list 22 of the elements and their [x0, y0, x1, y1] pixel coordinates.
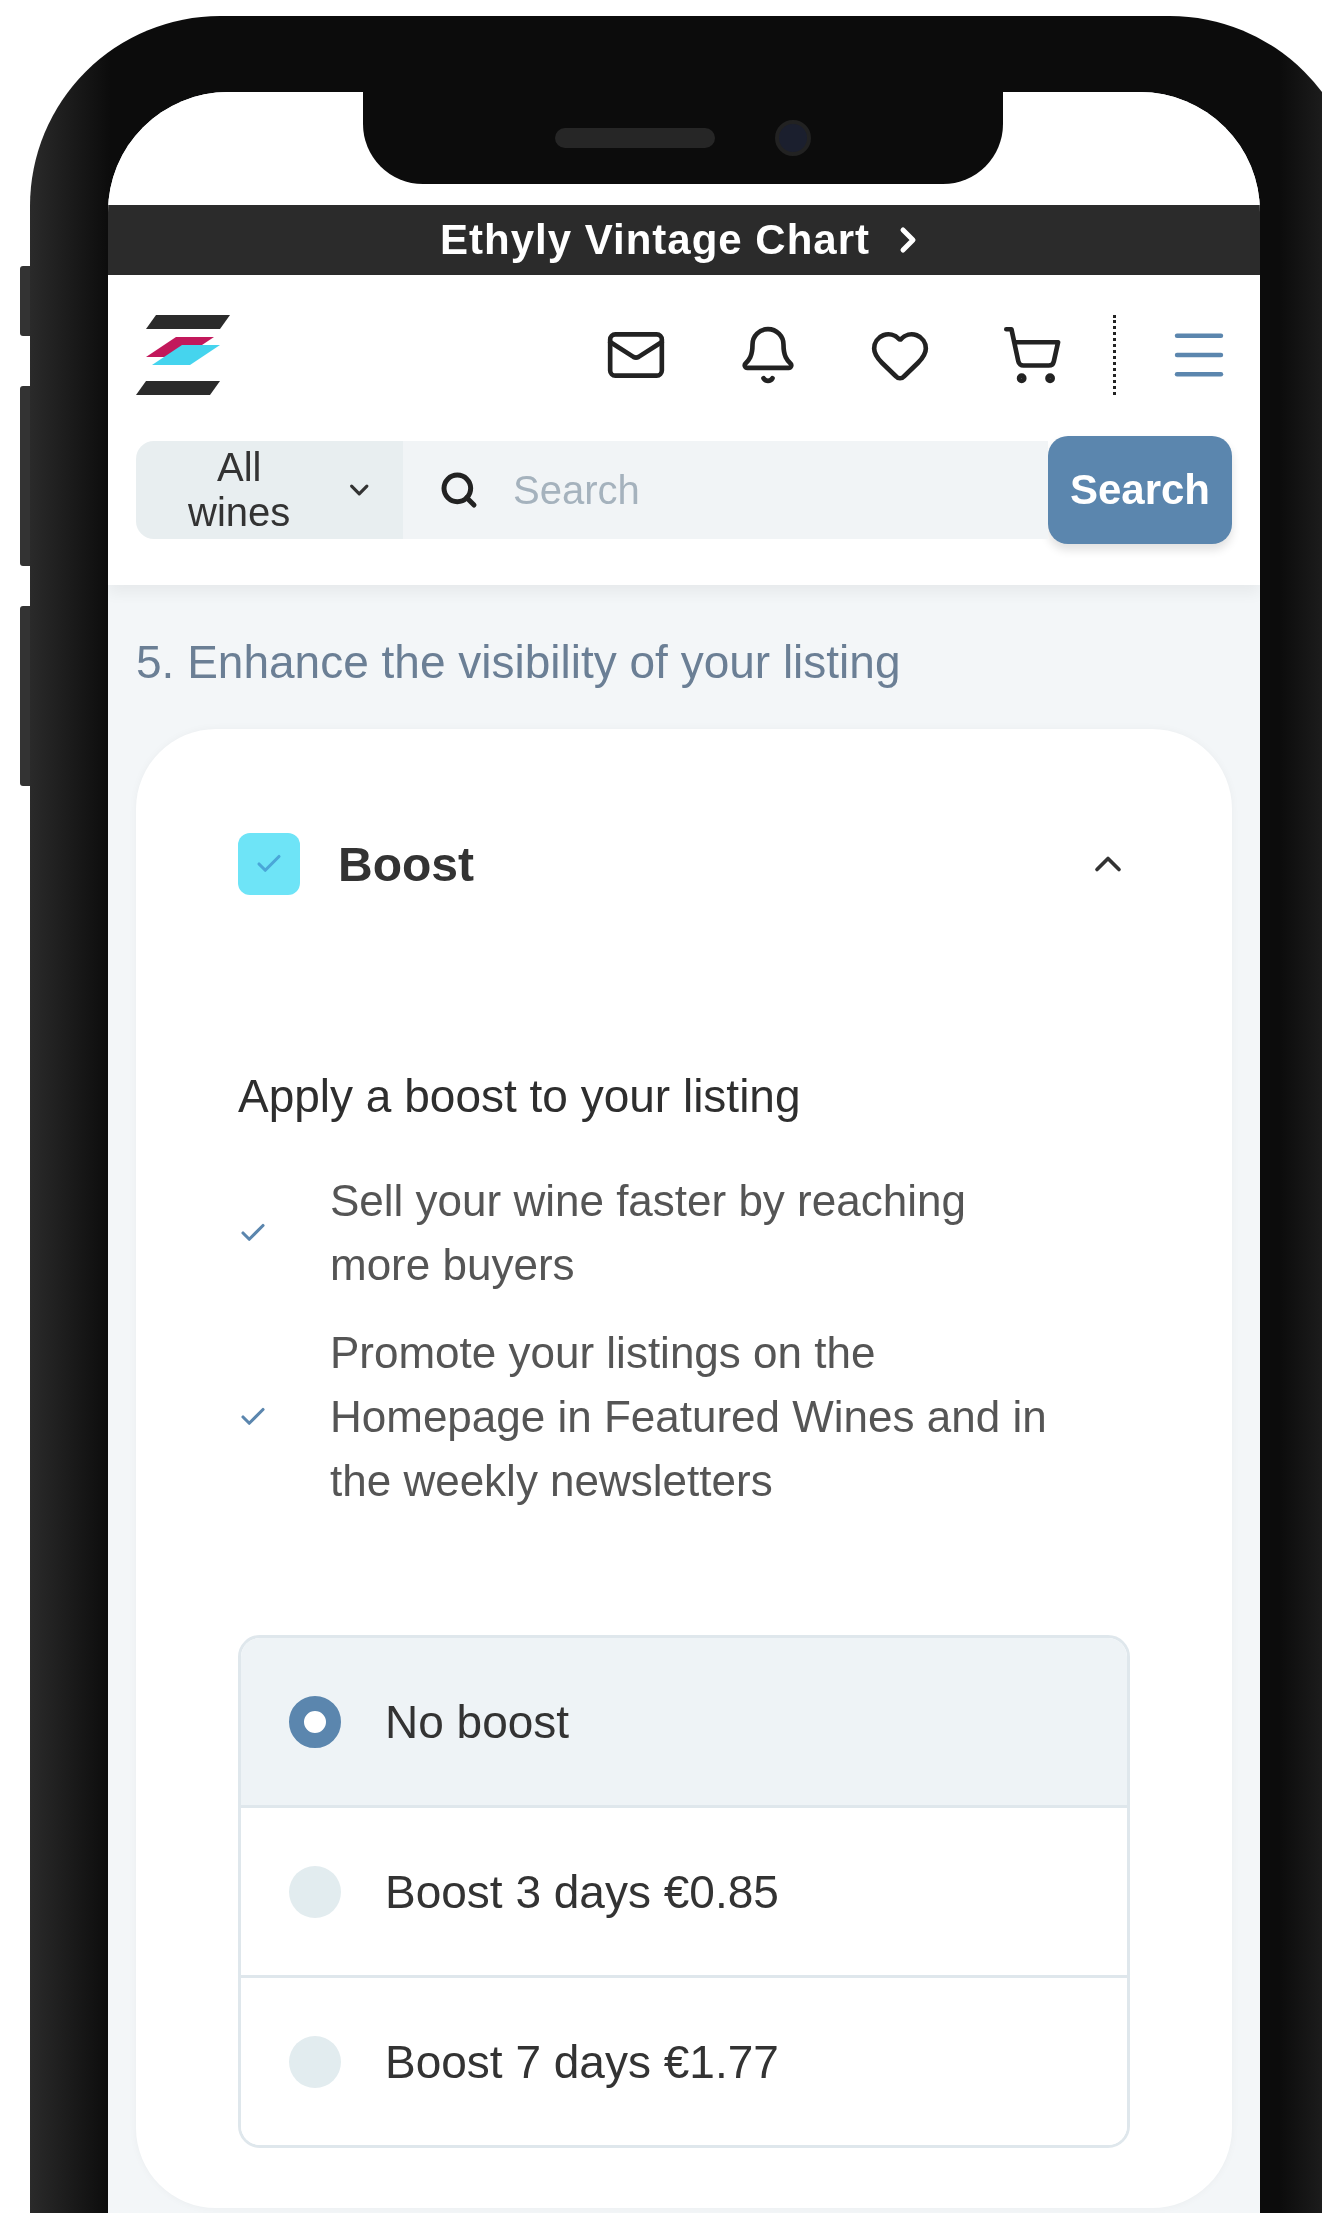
- boost-option[interactable]: No boost: [241, 1638, 1127, 1805]
- radio-button[interactable]: [289, 1865, 341, 1918]
- option-label: Boost 3 days €0.85: [385, 1864, 779, 1919]
- radio-button[interactable]: [289, 1695, 341, 1748]
- radio-button[interactable]: [289, 2035, 341, 2088]
- search-field[interactable]: Search: [402, 441, 1048, 539]
- boost-subtitle: Apply a boost to your listing: [238, 1069, 802, 1123]
- boost-title: Boost: [338, 836, 474, 892]
- section-heading: 5. Enhance the visibility of your listing: [135, 635, 902, 690]
- logo-icon[interactable]: [136, 315, 230, 395]
- boost-option[interactable]: Boost 7 days €1.77: [241, 1975, 1127, 2145]
- search-button[interactable]: Search: [1047, 436, 1232, 544]
- option-label: No boost: [385, 1694, 570, 1749]
- option-label: Boost 7 days €1.77: [385, 2034, 779, 2089]
- benefit-text: Promote your listings on the Homepage in Featured Wines and in the weekly newsletters: [330, 1327, 1048, 1507]
- camera-icon: [775, 120, 811, 156]
- announcement-banner[interactable]: Ethyly Vintage Chart: [108, 205, 1260, 275]
- boost-checkbox[interactable]: [238, 833, 300, 895]
- benefit-text: Sell your wine faster by reaching more buyers: [330, 1175, 967, 1291]
- category-dropdown[interactable]: All wines: [136, 441, 403, 539]
- banner-title[interactable]: Ethyly Vintage Chart: [440, 216, 870, 264]
- cart-icon[interactable]: [1001, 324, 1063, 386]
